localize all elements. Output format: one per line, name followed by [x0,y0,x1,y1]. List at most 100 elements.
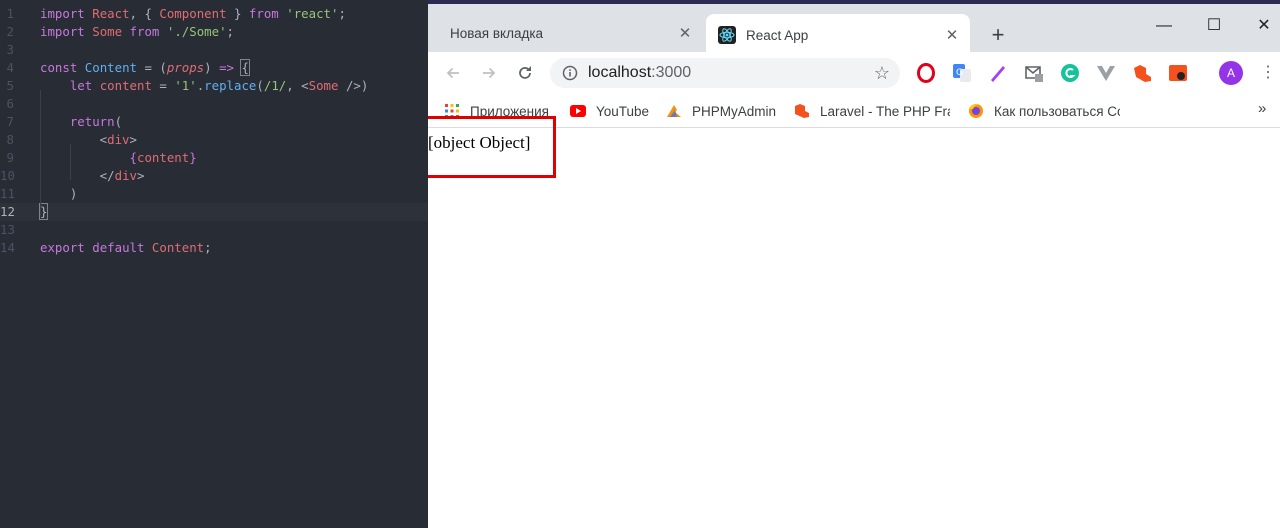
code-line[interactable]: 4 const Content = (props) => { [0,59,428,77]
arrow-right-icon [483,67,496,79]
code-token: React [92,6,130,21]
line-number: 3 [6,42,14,57]
code-line[interactable]: 13 [0,221,428,239]
grammarly-icon[interactable] [1060,63,1080,83]
code-line[interactable]: 8 <div> [0,131,428,149]
code-line[interactable]: 1 import React, { Component } from 'react… [0,5,428,23]
code-line[interactable]: 2 import Some from './Some'; [0,23,428,41]
bookmark-firefox[interactable]: Как пользоваться Co [968,101,1120,121]
code-token: default [92,240,145,255]
code-token: , < [286,78,309,93]
new-tab-button[interactable]: + [986,24,1010,48]
pen-icon[interactable] [988,63,1008,83]
line-number: 4 [6,60,14,75]
close-icon[interactable]: ✕ [942,25,962,45]
code-token: { [240,59,251,76]
indent-guide [70,144,71,180]
tab-new-tab[interactable]: Новая вкладка ✕ [438,14,703,52]
minimize-button[interactable]: — [1152,14,1176,38]
code-token: let [69,78,93,93]
code-token: = [151,78,175,93]
code-token: ( [114,114,123,129]
reload-button[interactable] [512,60,538,86]
bookmark-laravel[interactable]: Laravel - The PHP Fra [794,101,950,121]
phpmyadmin-icon [667,105,681,117]
info-icon [562,65,578,81]
google-translate-icon[interactable]: G [952,63,972,83]
url-text: localhost:3000 [588,64,691,82]
line-number: 6 [6,96,14,111]
code-token: export [40,240,85,255]
code-line[interactable]: 9 {content} [0,149,428,167]
code-token: Content [84,60,137,75]
highlight-annotation [428,116,556,178]
opera-icon[interactable] [916,63,936,83]
code-token: ) [204,60,220,75]
page-viewport: [object Object] [428,116,1280,528]
forward-button[interactable] [476,60,502,86]
bookmark-label: PHPMyAdmin [692,103,777,119]
code-text: export default Content; [40,239,212,257]
code-token: Some [92,24,123,39]
code-line[interactable]: 7 return( [0,113,428,131]
address-bar[interactable]: localhost:3000 ☆ [550,58,900,88]
code-token: 'react' [286,6,339,21]
code-line[interactable]: 3 [0,41,428,59]
vue-devtools-icon[interactable] [1096,63,1116,83]
arrow-left-icon [446,67,459,79]
code-text: </div> [40,167,145,185]
code-line[interactable]: 6 [0,95,428,113]
line-number: 11 [0,186,15,201]
close-window-button[interactable]: ✕ [1252,14,1276,38]
line-number: 9 [6,150,14,165]
bookmark-phpmyadmin[interactable]: PHPMyAdmin [666,101,780,121]
bookmark-label: Laravel - The PHP Fra [820,103,950,119]
close-icon[interactable]: ✕ [675,23,695,43]
bookmarks-overflow-button[interactable]: » [1258,100,1266,117]
back-button[interactable] [440,60,466,86]
code-token: './Some' [166,24,227,39]
laravel-extension-icon-2[interactable] [1168,63,1188,83]
menu-icon[interactable]: ⋮ [1260,61,1276,85]
avatar[interactable]: A [1219,61,1243,85]
bookmark-label: Как пользоваться Co [994,103,1120,119]
bookmark-label: YouTube [596,103,650,119]
code-text: import React, { Component } from 'react'… [40,5,346,23]
code-token: < [40,132,108,147]
svg-text:G: G [956,68,963,78]
maximize-button[interactable]: ☐ [1202,14,1226,38]
code-text: return( [40,113,122,131]
code-token: = ( [137,60,167,75]
code-line[interactable]: 10 </div> [0,167,428,185]
code-editor[interactable]: 1 import React, { Component } from 'react… [0,0,428,528]
code-line[interactable]: 5 let content = '1'.replace(/1/, <Some /… [0,77,428,95]
laravel-extension-icon[interactable] [1132,63,1152,83]
code-text: ) [40,185,77,203]
bookmark-youtube[interactable]: YouTube [570,101,654,121]
code-token: div [107,132,130,147]
browser-window: Новая вкладка ✕ React App ✕ + — ☐ ✕ loca… [428,0,1280,528]
gmail-checker-icon[interactable] [1024,63,1044,83]
code-token: return [69,114,115,129]
code-token: { [129,150,137,165]
tab-react-app[interactable]: React App ✕ [706,14,970,56]
code-text: {content} [40,149,197,167]
code-line[interactable]: 14 export default Content; [0,239,428,257]
code-token: } [226,6,249,21]
line-number: 2 [6,24,14,39]
code-token: from [129,24,160,39]
code-token: import [40,6,85,21]
code-text: } [38,203,49,221]
code-line[interactable]: 12} [0,203,428,221]
bookmark-star-icon[interactable]: ☆ [874,63,890,83]
line-number: 8 [6,132,14,147]
code-token: const [40,60,78,75]
line-number: 12 [0,204,15,219]
code-token: } [189,150,197,165]
code-line[interactable]: 11 ) [0,185,428,203]
